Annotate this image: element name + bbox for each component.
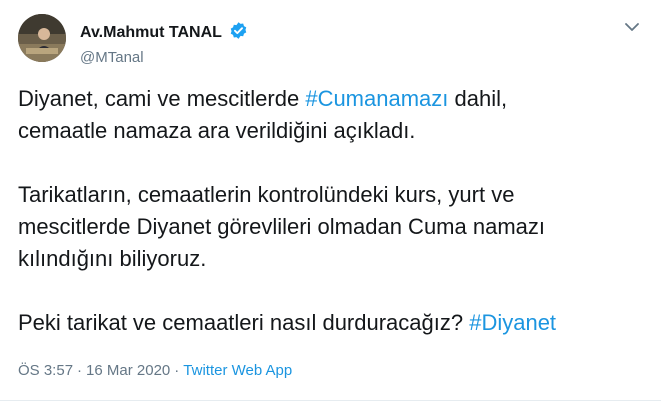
verified-badge-icon [229, 21, 248, 45]
author-names: Av.Mahmut TANAL @MTanal [80, 21, 248, 66]
tweet-line: Tarikatların, cemaatlerin kontrolündeki … [18, 182, 515, 207]
avatar[interactable] [18, 14, 66, 62]
tweet-line: Diyanet, cami ve mescitlerde #Cumanamazı… [18, 86, 508, 111]
tweet-timestamp-link[interactable]: ÖS 3:57 · 16 Mar 2020 [18, 362, 170, 379]
tweet-date: 16 Mar 2020 [86, 362, 171, 379]
tweet-text: Diyanet, cami ve mescitlerde #Cumanamazı… [18, 83, 648, 339]
tweet-line: Peki tarikat ve cemaatleri nasıl durdura… [18, 310, 557, 335]
tweet-line: kılındığını biliyoruz. [18, 246, 207, 271]
tweet-time: ÖS 3:57 [18, 362, 74, 379]
meta-separator: · [174, 362, 180, 379]
chevron-down-icon[interactable] [621, 16, 643, 38]
tweet-line: cemaatle namaza ara verildiğini açıkladı… [18, 118, 416, 143]
tweet-source-link[interactable]: Twitter Web App [183, 362, 292, 379]
meta-separator: · [77, 362, 83, 379]
tweet-paragraph: Peki tarikat ve cemaatleri nasıl durdura… [18, 307, 648, 339]
hashtag-link[interactable]: #Cumanamazı [305, 86, 448, 111]
tweet-card: Av.Mahmut TANAL @MTanal Diyanet, cami ve… [0, 0, 661, 401]
tweet-paragraph: Tarikatların, cemaatlerin kontrolündeki … [18, 179, 648, 275]
tweet-line: mescitlerde Diyanet görevlileri olmadan … [18, 214, 546, 239]
hashtag-link[interactable]: #Diyanet [469, 310, 556, 335]
author-display-name[interactable]: Av.Mahmut TANAL [80, 24, 222, 42]
author-handle[interactable]: @MTanal [80, 49, 248, 66]
tweet-paragraph: Diyanet, cami ve mescitlerde #Cumanamazı… [18, 83, 648, 147]
tweet-metadata: ÖS 3:57 · 16 Mar 2020 · Twitter Web App [18, 362, 292, 379]
